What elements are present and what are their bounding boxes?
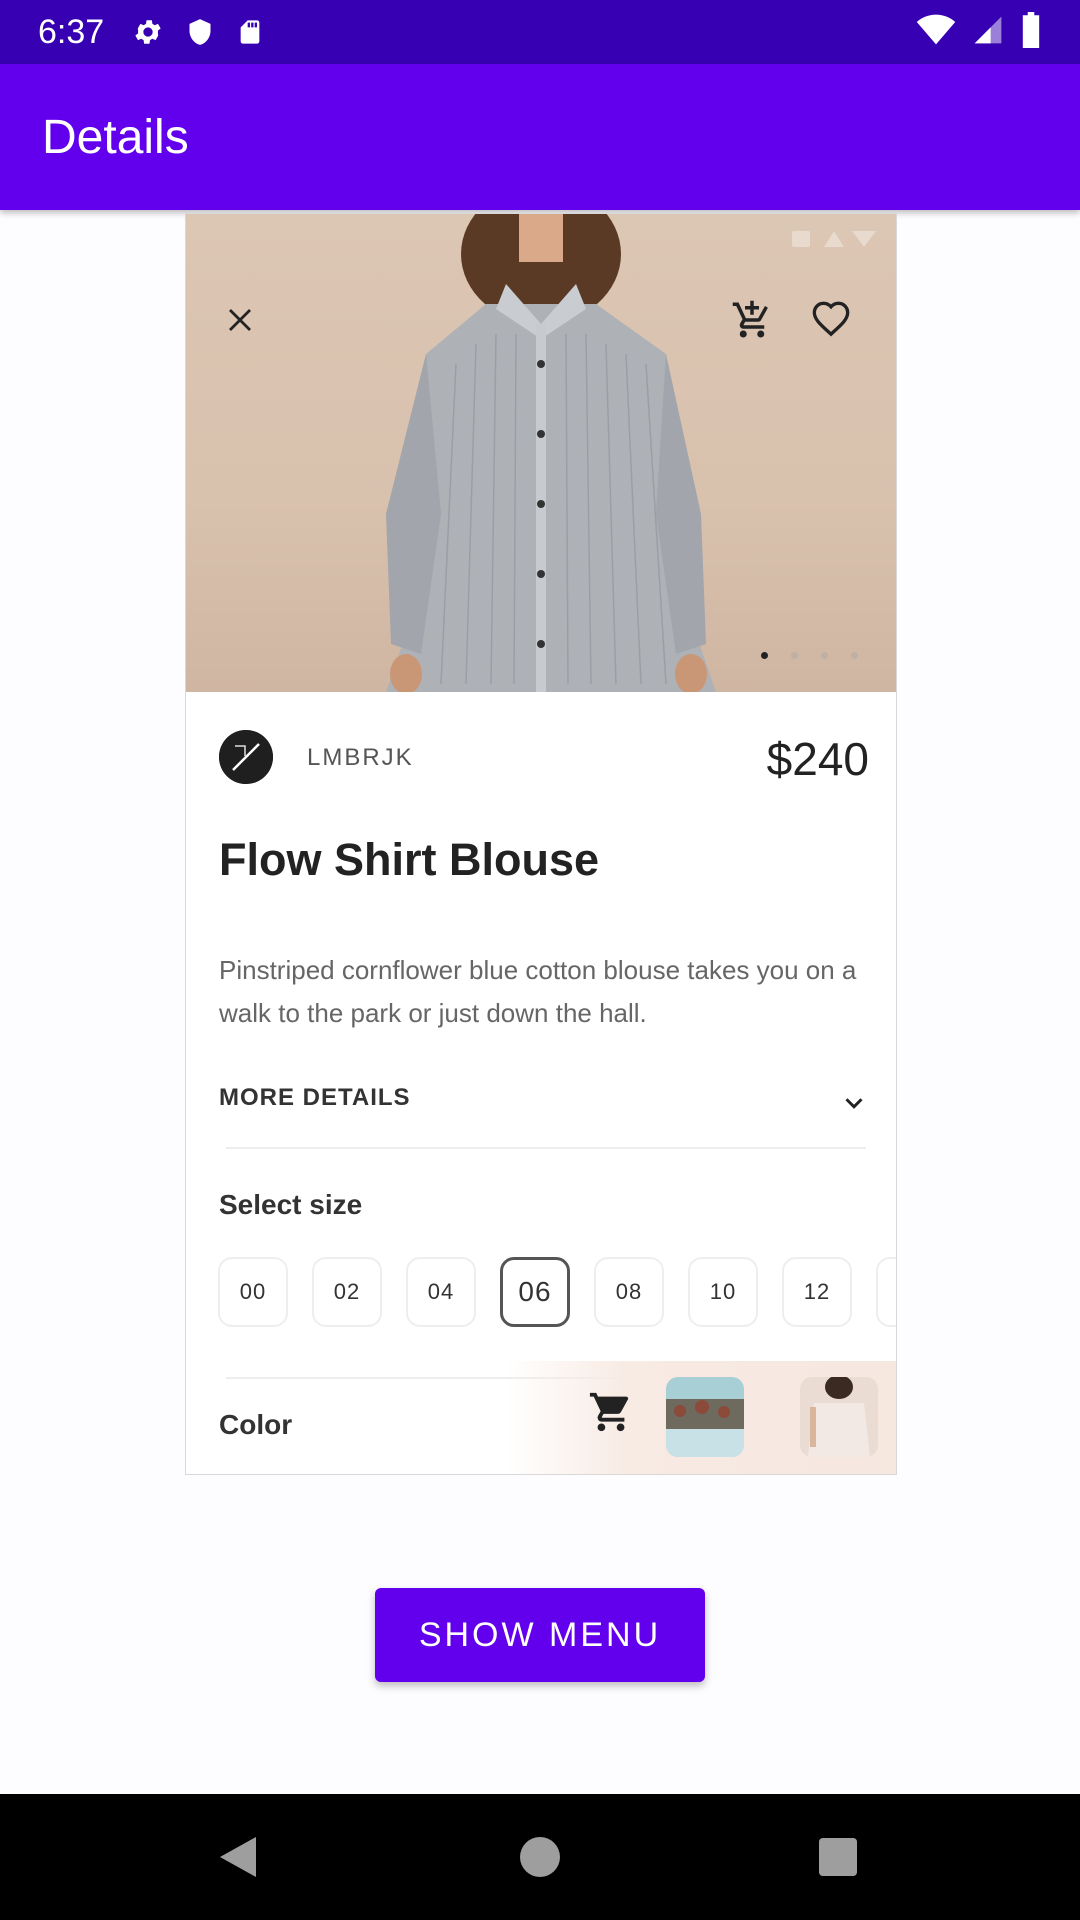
wifi-icon: [916, 14, 956, 51]
favorite-icon[interactable]: [805, 294, 857, 346]
status-bar: 6:37: [0, 0, 1080, 64]
price: $240: [766, 733, 869, 785]
status-time: 6:37: [38, 12, 105, 51]
product-image[interactable]: [186, 214, 896, 692]
brand-name[interactable]: LMBRJK: [307, 744, 414, 772]
page-title: Details: [42, 110, 189, 164]
size-selector: 00 02 04 06 08 10 12: [218, 1257, 896, 1327]
close-icon[interactable]: [216, 296, 264, 344]
brand-logo: [219, 730, 273, 784]
chevron-down-icon: [839, 1088, 869, 1123]
select-size-label: Select size: [219, 1189, 363, 1220]
pager-dot[interactable]: [821, 652, 828, 659]
size-chip[interactable]: 10: [688, 1257, 758, 1327]
back-icon: [220, 1837, 256, 1877]
cart-item-thumbnail[interactable]: [800, 1377, 878, 1457]
divider: [226, 1147, 866, 1149]
image-pager-dots: [761, 652, 858, 659]
add-to-cart-icon[interactable]: [726, 294, 778, 346]
recents-button[interactable]: [778, 1794, 898, 1920]
shield-icon: [186, 16, 214, 48]
size-chip[interactable]: 12: [782, 1257, 852, 1327]
show-menu-button[interactable]: SHOW MENU: [375, 1588, 705, 1682]
product-photo: [386, 214, 716, 692]
size-chip[interactable]: 04: [406, 1257, 476, 1327]
back-button[interactable]: [178, 1794, 298, 1920]
cart-preview-panel: [506, 1361, 896, 1474]
signal-icon: [972, 14, 1004, 51]
color-label: Color: [219, 1409, 293, 1440]
size-chip-selected[interactable]: 06: [500, 1257, 570, 1327]
size-chip[interactable]: 08: [594, 1257, 664, 1327]
sd-card-icon: [236, 16, 264, 48]
more-details-label: MORE DETAILS: [219, 1084, 411, 1111]
cart-icon[interactable]: [588, 1389, 634, 1440]
product-title: Flow Shirt Blouse: [219, 834, 600, 885]
settings-icon: [132, 16, 164, 48]
faded-status-icons: [790, 228, 880, 250]
recents-icon: [819, 1838, 857, 1876]
pager-dot[interactable]: [761, 652, 768, 659]
product-card: LMBRJK $240 Flow Shirt Blouse Pinstriped…: [185, 213, 897, 1475]
cart-item-thumbnail[interactable]: [666, 1377, 744, 1457]
size-chip-partial[interactable]: [876, 1257, 896, 1327]
battery-icon: [1020, 11, 1042, 53]
pager-dot[interactable]: [791, 652, 798, 659]
system-nav-bar: [0, 1794, 1080, 1920]
pager-dot[interactable]: [851, 652, 858, 659]
size-chip[interactable]: 00: [218, 1257, 288, 1327]
size-chip[interactable]: 02: [312, 1257, 382, 1327]
home-icon: [520, 1837, 560, 1877]
app-bar: Details: [0, 64, 1080, 210]
brand-row: LMBRJK $240: [219, 726, 869, 786]
home-button[interactable]: [480, 1794, 600, 1920]
product-description: Pinstriped cornflower blue cotton blouse…: [219, 955, 857, 1028]
more-details-toggle[interactable]: MORE DETAILS: [219, 1084, 869, 1128]
